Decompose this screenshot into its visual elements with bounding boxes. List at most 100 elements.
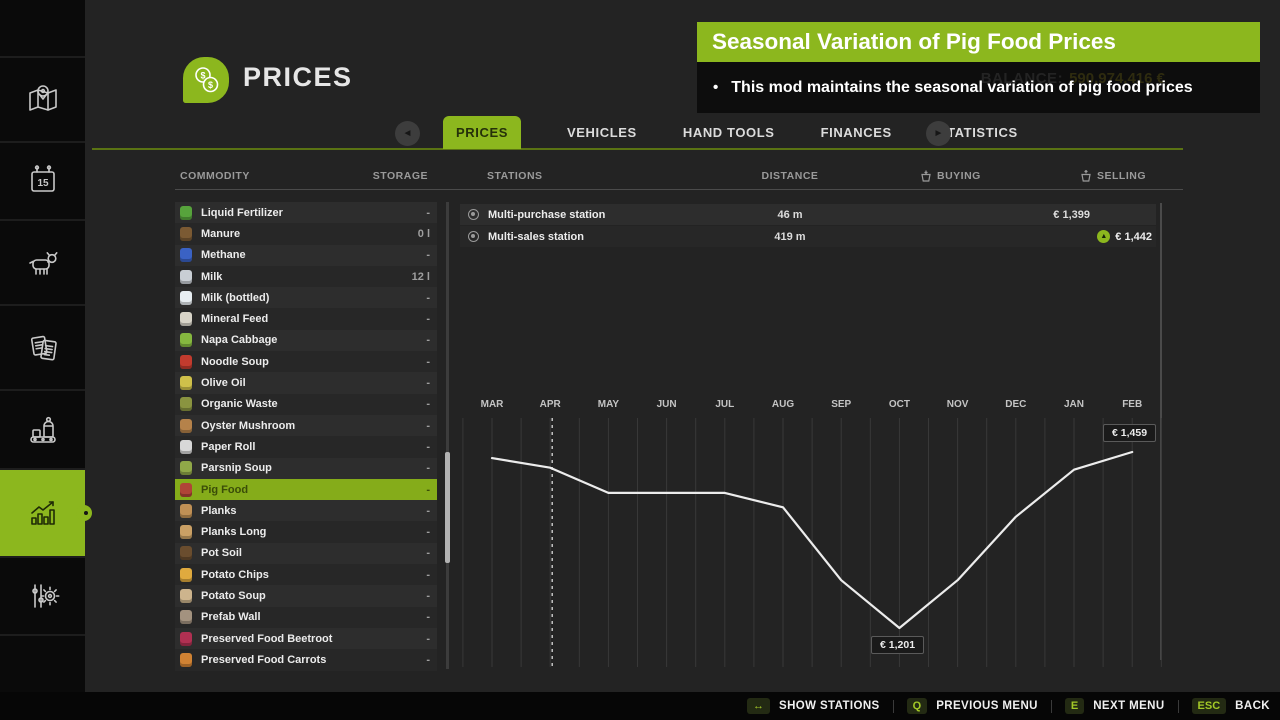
footer-hint-back[interactable]: ESC BACK [1192, 698, 1270, 714]
commodity-row[interactable]: Manure0 l [175, 223, 437, 244]
commodity-row[interactable]: Planks Long- [175, 521, 437, 542]
commodity-storage-value: - [426, 611, 430, 623]
sidebar-item-production[interactable] [0, 391, 85, 468]
pig-food-icon [180, 483, 192, 497]
active-tab-dot [84, 511, 88, 515]
sidebar: 15 [0, 0, 85, 720]
station-distance: 46 m [750, 209, 830, 221]
commodity-row[interactable]: Liquid Fertilizer- [175, 202, 437, 223]
map-icon [23, 80, 63, 120]
prefab-wall-icon [180, 610, 192, 624]
best-price-icon: ▲ [1097, 230, 1110, 243]
chart-month-label: APR [540, 399, 562, 410]
commodity-row[interactable]: Noodle Soup- [175, 351, 437, 372]
footer-hint-bar: ↔ SHOW STATIONS QPREVIOUS MENU E NEXT MENU ES… [0, 692, 1280, 720]
commodity-storage-value: - [426, 654, 430, 666]
tab-finances[interactable]: FINANCES [821, 116, 892, 149]
sidebar-item-statistics[interactable] [0, 470, 85, 556]
commodity-storage-value: - [426, 484, 430, 496]
tabs-previous-arrow[interactable]: ◄ [395, 121, 420, 146]
sidebar-item-settings[interactable] [0, 558, 85, 634]
commodity-name: Potato Chips [201, 569, 426, 581]
column-buying: BUYING [920, 170, 981, 182]
manure-icon [180, 227, 192, 241]
svg-text:$: $ [208, 80, 213, 90]
commodity-name: Parsnip Soup [201, 462, 426, 474]
commodity-row[interactable]: Napa Cabbage- [175, 330, 437, 351]
commodity-row[interactable]: Olive Oil- [175, 372, 437, 393]
tab-prices[interactable]: PRICES [443, 116, 521, 149]
selling-icon [1080, 170, 1092, 182]
footer-hint-label: SHOW STATIONS [779, 700, 880, 712]
column-commodity: COMMODITY [180, 170, 250, 182]
commodity-storage-value: - [426, 441, 430, 453]
header-separator [175, 189, 1183, 190]
commodity-name: Paper Roll [201, 441, 426, 453]
column-selling: SELLING [1080, 170, 1146, 182]
commodity-scrollbar-thumb[interactable] [445, 452, 450, 563]
commodity-row[interactable]: Potato Chips- [175, 564, 437, 585]
commodity-name: Liquid Fertilizer [201, 207, 426, 219]
buying-icon [920, 170, 932, 182]
commodity-name: Preserved Food Carrots [201, 654, 426, 666]
commodity-row[interactable]: Pig Food- [175, 479, 437, 500]
station-row[interactable]: Multi-sales station419 m▲€ 1,442 [460, 226, 1156, 247]
sidebar-item-map[interactable] [0, 58, 85, 141]
commodity-row[interactable]: Pot Soil- [175, 543, 437, 564]
column-stations: STATIONS [487, 170, 543, 182]
tab-hand-tools[interactable]: HAND TOOLS [683, 116, 775, 149]
commodity-row[interactable]: Parsnip Soup- [175, 458, 437, 479]
footer-hint-show-stations[interactable]: ↔ SHOW STATIONS [747, 698, 880, 714]
chart-month-label: MAR [481, 399, 505, 410]
parsnip-soup-icon [180, 461, 192, 475]
commodity-row[interactable]: Milk (bottled)- [175, 287, 437, 308]
commodity-scrollbar-track [446, 202, 449, 669]
mod-overlay-description: This mod maintains the seasonal variatio… [731, 79, 1192, 97]
pot-soil-icon [180, 546, 192, 560]
commodity-row[interactable]: Oyster Mushroom- [175, 415, 437, 436]
documents-icon [23, 328, 63, 368]
commodity-row[interactable]: Mineral Feed- [175, 308, 437, 329]
commodity-row[interactable]: Milk12 l [175, 266, 437, 287]
footer-hint-label: NEXT MENU [1093, 700, 1164, 712]
commodity-row[interactable]: Prefab Wall- [175, 607, 437, 628]
tab-vehicles[interactable]: VEHICLES [567, 116, 637, 149]
commodity-row[interactable]: Preserved Food Carrots- [175, 649, 437, 670]
chart-month-label: MAY [598, 399, 620, 410]
commodity-storage-value: - [426, 633, 430, 645]
commodity-row[interactable]: Organic Waste- [175, 394, 437, 415]
key-badge: ↔ [747, 698, 770, 714]
commodity-storage-value: - [426, 207, 430, 219]
commodity-storage-value: - [426, 292, 430, 304]
tabs-next-arrow[interactable]: ► [926, 121, 951, 146]
olive-oil-icon [180, 376, 192, 390]
price-chart-svg: MARAPRMAYJUNJULAUGSEPOCTNOVDECJANFEB [460, 395, 1180, 675]
chart-min-price-label: € 1,201 [871, 636, 924, 654]
sidebar-item-animals[interactable] [0, 221, 85, 304]
key-badge: ESC [1192, 698, 1227, 714]
chart-month-label: AUG [772, 399, 794, 410]
footer-hint-label: PREVIOUS MENU [936, 700, 1038, 712]
station-row[interactable]: Multi-purchase station46 m€ 1,399 [460, 204, 1156, 225]
footer-hint-label: BACK [1235, 700, 1270, 712]
commodity-row[interactable]: Potato Soup- [175, 585, 437, 606]
commodity-storage-value: - [426, 398, 430, 410]
commodity-row[interactable]: Methane- [175, 245, 437, 266]
chart-month-label: OCT [889, 399, 910, 410]
footer-hint-next-menu[interactable]: E NEXT MENU [1065, 698, 1165, 714]
commodity-row[interactable]: Preserved Food Beetroot- [175, 628, 437, 649]
key-badge: E [1065, 698, 1084, 714]
sidebar-item-contracts[interactable] [0, 306, 85, 389]
commodity-row[interactable]: Planks- [175, 500, 437, 521]
commodity-storage-value: - [426, 590, 430, 602]
settings-icon [23, 576, 63, 616]
footer-separator [893, 700, 894, 713]
footer-hint-previous-menu[interactable]: QPREVIOUS MENU [907, 698, 1038, 714]
statistics-icon [23, 493, 63, 533]
commodity-storage-value: - [426, 377, 430, 389]
commodity-row[interactable]: Paper Roll- [175, 436, 437, 457]
commodity-name: Oyster Mushroom [201, 420, 426, 432]
oyster-mushroom-icon [180, 419, 192, 433]
bullet-icon: • [713, 79, 718, 96]
chart-max-price-label: € 1,459 [1103, 424, 1156, 442]
